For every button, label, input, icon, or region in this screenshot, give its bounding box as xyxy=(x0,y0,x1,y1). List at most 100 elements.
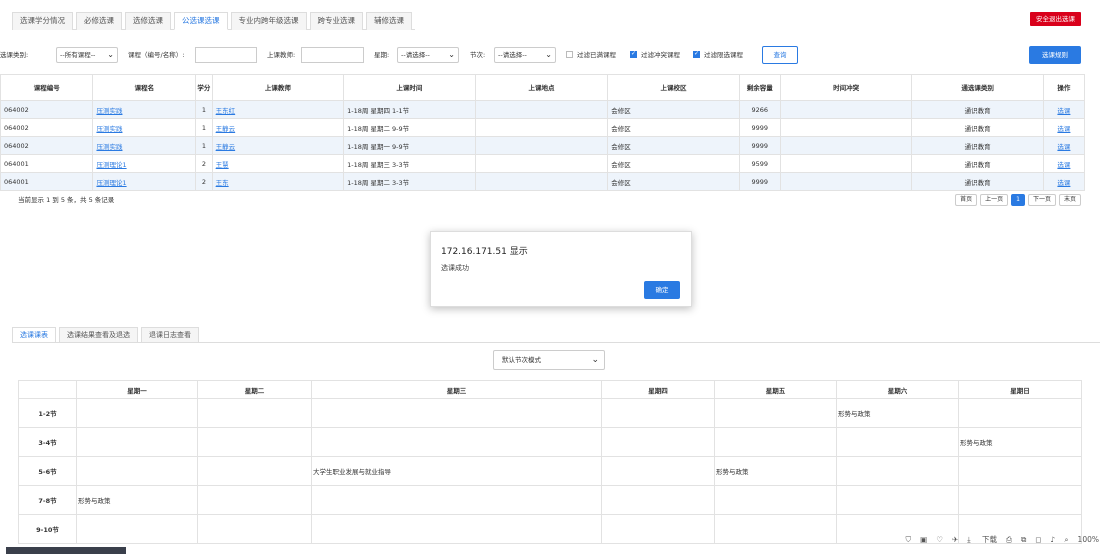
select-course-link[interactable]: 选课 xyxy=(1057,143,1070,151)
tab-drop-log[interactable]: 退课日志查看 xyxy=(141,327,199,343)
filter-bar: 选课类别: --所有课程-- ⌄ 课程（编号/名称）: 上课教师: 星期: --… xyxy=(0,46,1103,66)
dialog-ok-button[interactable]: 确定 xyxy=(644,281,680,299)
bottom-tabs: 选课课表 选课结果查看及退选 退课日志查看 xyxy=(12,327,202,343)
course-campus: 会修区 xyxy=(607,100,740,119)
dialog-message: 选课成功 xyxy=(441,264,469,272)
tab-results[interactable]: 选课结果查看及退选 xyxy=(59,327,138,343)
day-header: 星期二 xyxy=(197,380,312,399)
filter-conflict-label: 过滤冲突课程 xyxy=(641,51,680,59)
course-category: 通识教育 xyxy=(911,154,1044,173)
zoom-control[interactable]: ⌕ 100% xyxy=(1064,535,1099,545)
speaker-icon[interactable]: ♪ xyxy=(1051,535,1056,544)
category-label: 选课类别: xyxy=(0,51,29,59)
alert-dialog: 172.16.171.51 显示 选课成功 确定 xyxy=(430,231,692,307)
schedule-cell xyxy=(197,456,312,486)
category-select-value: --所有课程-- xyxy=(60,51,96,59)
col-header: 剩余容量 xyxy=(738,74,781,101)
first-page-button[interactable]: 首页 xyxy=(955,194,978,206)
course-category: 通识教育 xyxy=(911,118,1044,137)
current-page-button[interactable]: 1 xyxy=(1011,194,1025,206)
select-course-link[interactable]: 选课 xyxy=(1057,161,1070,169)
course-campus: 会修区 xyxy=(607,154,740,173)
schedule-cell xyxy=(197,514,312,544)
download-label: 下载 xyxy=(981,535,997,544)
period-mode-select[interactable]: 默认节次模式 ⌄ xyxy=(493,350,605,370)
tab-public-elective[interactable]: 公选课选课 xyxy=(174,12,228,30)
tab-cross-grade[interactable]: 专业内跨年级选课 xyxy=(230,12,307,30)
schedule-cell xyxy=(311,427,602,457)
filter-limit-label: 过滤限选课程 xyxy=(704,51,743,59)
course-name-link[interactable]: 压测实践 xyxy=(96,107,122,115)
heart-icon[interactable]: ♡ xyxy=(936,535,943,544)
course-remain: 9999 xyxy=(738,118,781,137)
period-select[interactable]: --请选择-- ⌄ xyxy=(494,47,556,63)
prev-page-button[interactable]: 上一页 xyxy=(980,194,1009,206)
download-button[interactable]: ⤓ 下载 xyxy=(967,534,997,545)
schedule-cell xyxy=(311,514,602,544)
course-name-link[interactable]: 压测实践 xyxy=(96,125,122,133)
tab-elective-courses[interactable]: 选修选课 xyxy=(125,12,171,30)
course-name-link[interactable]: 压测理论1 xyxy=(96,179,126,187)
course-conflict xyxy=(779,100,913,119)
schedule-cell xyxy=(601,514,715,544)
schedule-cell xyxy=(197,485,312,515)
course-code: 064002 xyxy=(0,100,94,119)
filter-full-checkbox[interactable] xyxy=(566,51,573,58)
teacher-link[interactable]: 王东 xyxy=(216,179,229,187)
window-icon[interactable]: ◻ xyxy=(1035,535,1041,544)
schedule-row: 1-2节 形势与政策 xyxy=(18,398,1082,428)
tab-cross-major[interactable]: 跨专业选课 xyxy=(309,12,363,30)
day-header: 星期四 xyxy=(601,380,715,399)
schedule-cell: 形势与政策 xyxy=(714,456,837,486)
course-input[interactable] xyxy=(195,47,257,63)
filter-limit-checkbox[interactable] xyxy=(693,50,700,58)
table-row: 064001 压测理论1 2 王慧 1-18周 星期三 3-3节 会修区 959… xyxy=(0,154,1086,173)
day-header: 星期一 xyxy=(76,380,198,399)
chevron-down-icon: ⌄ xyxy=(107,50,114,59)
teacher-link[interactable]: 王静云 xyxy=(216,143,236,151)
copy-icon[interactable]: ⧉ xyxy=(1021,535,1026,545)
course-remain: 9999 xyxy=(738,136,781,155)
schedule-cell xyxy=(958,485,1082,515)
schedule-cell xyxy=(714,485,837,515)
logout-button[interactable]: 安全退出选课 xyxy=(1030,12,1081,26)
col-header: 通选课类别 xyxy=(911,74,1044,101)
next-page-button[interactable]: 下一页 xyxy=(1027,194,1056,206)
tab-required-courses[interactable]: 必修选课 xyxy=(76,12,122,30)
course-name-link[interactable]: 压测实践 xyxy=(96,143,122,151)
dialog-title: 172.16.171.51 显示 xyxy=(441,247,528,257)
course-code: 064001 xyxy=(0,154,94,173)
select-course-link[interactable]: 选课 xyxy=(1057,179,1070,187)
last-page-button[interactable]: 末页 xyxy=(1058,194,1081,206)
period-mode-value: 默认节次模式 xyxy=(502,356,541,364)
pin-icon[interactable]: ✈ xyxy=(952,535,958,544)
schedule-cell xyxy=(836,485,959,515)
screenshot-icon[interactable]: ▣ xyxy=(920,535,927,544)
query-button[interactable]: 查询 xyxy=(762,46,798,64)
tab-schedule[interactable]: 选课课表 xyxy=(12,327,56,343)
table-row: 064002 压测实践 1 王东红 1-18周 星期四 1-1节 会修区 926… xyxy=(0,100,1086,119)
schedule-cell xyxy=(76,427,198,457)
category-select[interactable]: --所有课程-- ⌄ xyxy=(56,47,118,63)
course-time: 1-18周 星期二 3-3节 xyxy=(343,172,476,191)
course-place xyxy=(474,136,609,155)
rules-button[interactable]: 选课规则 xyxy=(1029,46,1081,64)
print-icon[interactable]: ⎙ xyxy=(1006,535,1012,545)
tab-minor[interactable]: 辅修选课 xyxy=(366,12,412,30)
teacher-input[interactable] xyxy=(301,47,364,63)
weekday-select[interactable]: --请选择-- ⌄ xyxy=(397,47,459,63)
teacher-link[interactable]: 王东红 xyxy=(216,107,236,115)
schedule-cell xyxy=(76,514,198,544)
filter-conflict-checkbox[interactable] xyxy=(630,50,637,58)
select-course-link[interactable]: 选课 xyxy=(1057,125,1070,133)
teacher-link[interactable]: 王静云 xyxy=(216,125,236,133)
teacher-link[interactable]: 王慧 xyxy=(216,161,229,169)
select-course-link[interactable]: 选课 xyxy=(1057,107,1070,115)
course-name-link[interactable]: 压测理论1 xyxy=(96,161,126,169)
tab-credit-status[interactable]: 选课学分情况 xyxy=(12,12,73,30)
shield-icon[interactable]: ⛉ xyxy=(906,535,912,545)
day-header: 星期三 xyxy=(311,380,602,399)
schedule-cell xyxy=(836,427,959,457)
schedule-cell xyxy=(601,398,715,428)
course-place xyxy=(474,100,609,119)
